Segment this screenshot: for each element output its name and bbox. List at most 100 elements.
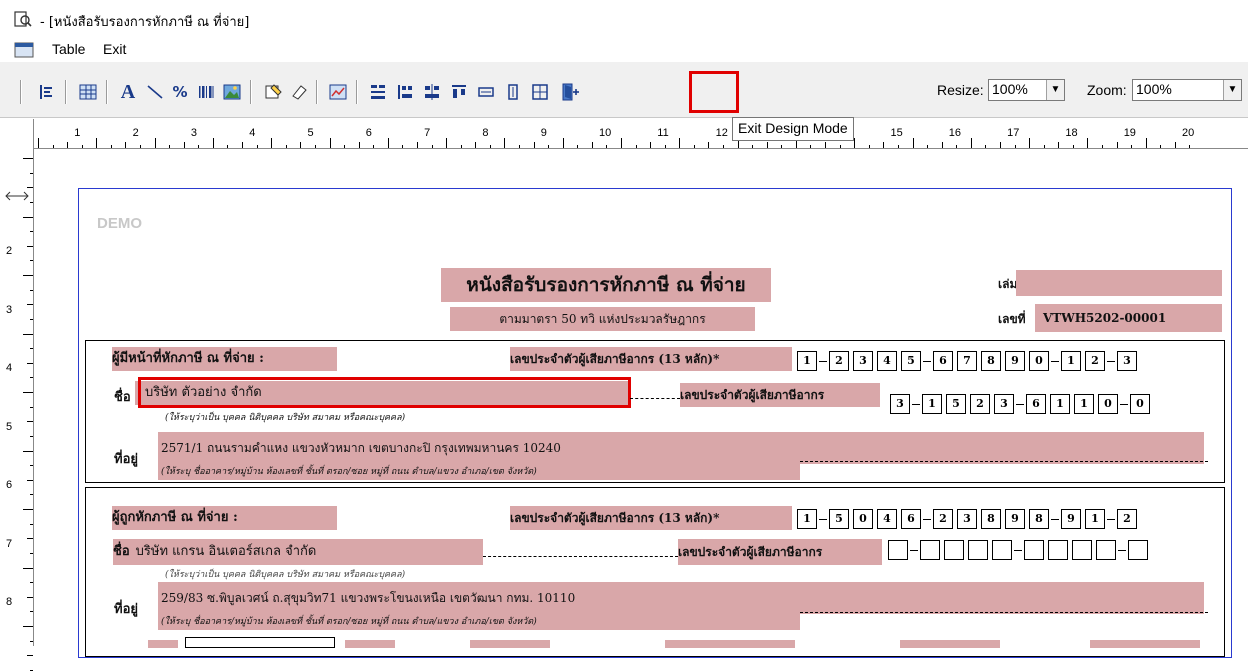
digit-box[interactable]: 1 [922,394,942,414]
menu-exit[interactable]: Exit [103,41,126,57]
digit-box[interactable]: 1 [1050,394,1070,414]
digit-box[interactable]: 2 [829,351,849,371]
resize-horizontal-icon[interactable] [4,189,30,203]
digit-box[interactable]: 0 [1130,394,1150,414]
digit-box[interactable]: 1 [797,351,817,371]
digit-box[interactable]: 9 [1005,351,1025,371]
digit-box[interactable]: 8 [981,351,1001,371]
digit-box[interactable] [944,540,964,560]
table-icon[interactable] [76,80,100,104]
digit-box[interactable] [920,540,940,560]
image-icon[interactable] [220,80,244,104]
menu-table[interactable]: Table [52,41,85,57]
ruler-tick [693,145,695,148]
align-left-icon[interactable] [366,80,390,104]
payee-name-field[interactable]: ชื่อ บริษัท แกรน อินเตอร์สเกล จำกัด [113,539,483,565]
chevron-down-icon[interactable]: ▼ [1223,80,1241,100]
payee-tax-id2-label[interactable]: เลขประจำตัวผู้เสียภาษีอากร [678,539,882,565]
digit-box[interactable]: 4 [877,351,897,371]
ruler-tick [839,145,841,148]
digit-box[interactable]: 5 [829,509,849,529]
digit-box[interactable]: 3 [957,509,977,529]
book-field[interactable] [1016,270,1222,296]
digit-box[interactable]: 8 [981,509,1001,529]
digit-box[interactable]: 4 [877,509,897,529]
digit-box[interactable]: 3 [994,394,1014,414]
digit-box[interactable]: 5 [901,351,921,371]
payer-tax-id2-label[interactable]: เลขประจำตัวผู้เสียภาษีอากร [680,383,880,407]
bottom-input[interactable] [185,637,335,648]
digit-box[interactable]: 6 [933,351,953,371]
digit-box[interactable]: 0 [853,509,873,529]
percent-icon[interactable]: % [168,80,192,104]
payer-heading[interactable]: ผู้มีหน้าที่หักภาษี ณ ที่จ่าย : [112,347,337,371]
digit-box[interactable]: 0 [1029,351,1049,371]
ruler-tick [27,596,33,598]
system-menu-icon[interactable] [14,42,34,58]
digit-box[interactable]: 7 [957,351,977,371]
digit-box[interactable] [888,540,908,560]
digit-box[interactable]: 0 [1098,394,1118,414]
payee-address-field[interactable]: 259/83 ซ.พิบูลเวศน์ ถ.สุขุมวิท71 แขวงพระ… [158,582,1204,614]
resize-select[interactable]: 100% ▼ [988,79,1065,101]
align-top-icon[interactable] [447,80,471,104]
payee-tax-id-boxes[interactable]: 1504623898912 [797,508,1141,530]
chevron-down-icon[interactable]: ▼ [1046,80,1064,100]
bottom-field[interactable] [148,640,178,648]
digit-box[interactable]: 5 [946,394,966,414]
digit-box[interactable] [1072,540,1092,560]
digit-box[interactable] [1048,540,1068,560]
center-icon[interactable] [528,80,552,104]
payee-heading[interactable]: ผู้ถูกหักภาษี ณ ที่จ่าย : [112,506,337,530]
zoom-select[interactable]: 100% ▼ [1132,79,1242,101]
payee-tax-id-label[interactable]: เลขประจำตัวผู้เสียภาษีอากร (13 หลัก)* [510,506,792,530]
text-icon[interactable]: A [116,80,140,104]
digit-box[interactable]: 9 [1061,509,1081,529]
digit-box[interactable]: 3 [853,351,873,371]
number-field[interactable]: VTWH5202-00001 [1035,304,1222,332]
digit-box[interactable]: 1 [1074,394,1094,414]
equal-width-icon[interactable] [474,80,498,104]
exit-design-icon[interactable] [558,80,582,104]
ruler-tick [708,142,710,148]
properties-icon[interactable] [261,80,285,104]
digit-box[interactable]: 3 [890,394,910,414]
report-icon[interactable] [326,80,350,104]
line-icon[interactable] [143,80,167,104]
digit-box[interactable]: 6 [901,509,921,529]
bottom-field[interactable] [470,640,550,648]
digit-box[interactable]: 6 [1026,394,1046,414]
digit-box[interactable] [992,540,1012,560]
digit-box[interactable]: 2 [1117,509,1137,529]
equal-height-icon[interactable] [501,80,525,104]
form-title[interactable]: หนังสือรับรองการหักภาษี ณ ที่จ่าย [441,268,771,302]
align-icon[interactable] [34,80,58,104]
digit-box[interactable]: 1 [797,509,817,529]
bottom-field[interactable] [900,640,1000,648]
bottom-field[interactable] [1090,640,1200,648]
payer-address-field[interactable]: 2571/1 ถนนรามคำแหง แขวงหัวหมาก เขตบางกะป… [158,432,1204,464]
digit-box[interactable] [968,540,988,560]
payer-tax-id-boxes[interactable]: 1234567890123 [797,350,1141,372]
payee-tax-id2-boxes[interactable] [888,539,1152,561]
barcode-icon[interactable] [194,80,218,104]
digit-box[interactable]: 2 [1085,351,1105,371]
digit-box[interactable]: 8 [1029,509,1049,529]
form-subtitle[interactable]: ตามมาตรา 50 ทวิ แห่งประมวลรัษฎากร [450,307,755,331]
align-right-icon[interactable] [393,80,417,104]
payer-tax-id2-boxes[interactable]: 3152361100 [890,393,1154,415]
digit-box[interactable]: 1 [1085,509,1105,529]
bottom-field[interactable] [345,640,395,648]
digit-box[interactable] [1096,540,1116,560]
digit-box[interactable]: 2 [970,394,990,414]
digit-box[interactable]: 9 [1005,509,1025,529]
align-center-icon[interactable] [420,80,444,104]
digit-box[interactable] [1024,540,1044,560]
digit-box[interactable]: 2 [933,509,953,529]
digit-box[interactable] [1128,540,1148,560]
eraser-icon[interactable] [287,80,311,104]
payer-tax-id-label[interactable]: เลขประจำตัวผู้เสียภาษีอากร (13 หลัก)* [510,347,792,371]
bottom-field[interactable] [665,640,795,648]
digit-box[interactable]: 3 [1117,351,1137,371]
digit-box[interactable]: 1 [1061,351,1081,371]
